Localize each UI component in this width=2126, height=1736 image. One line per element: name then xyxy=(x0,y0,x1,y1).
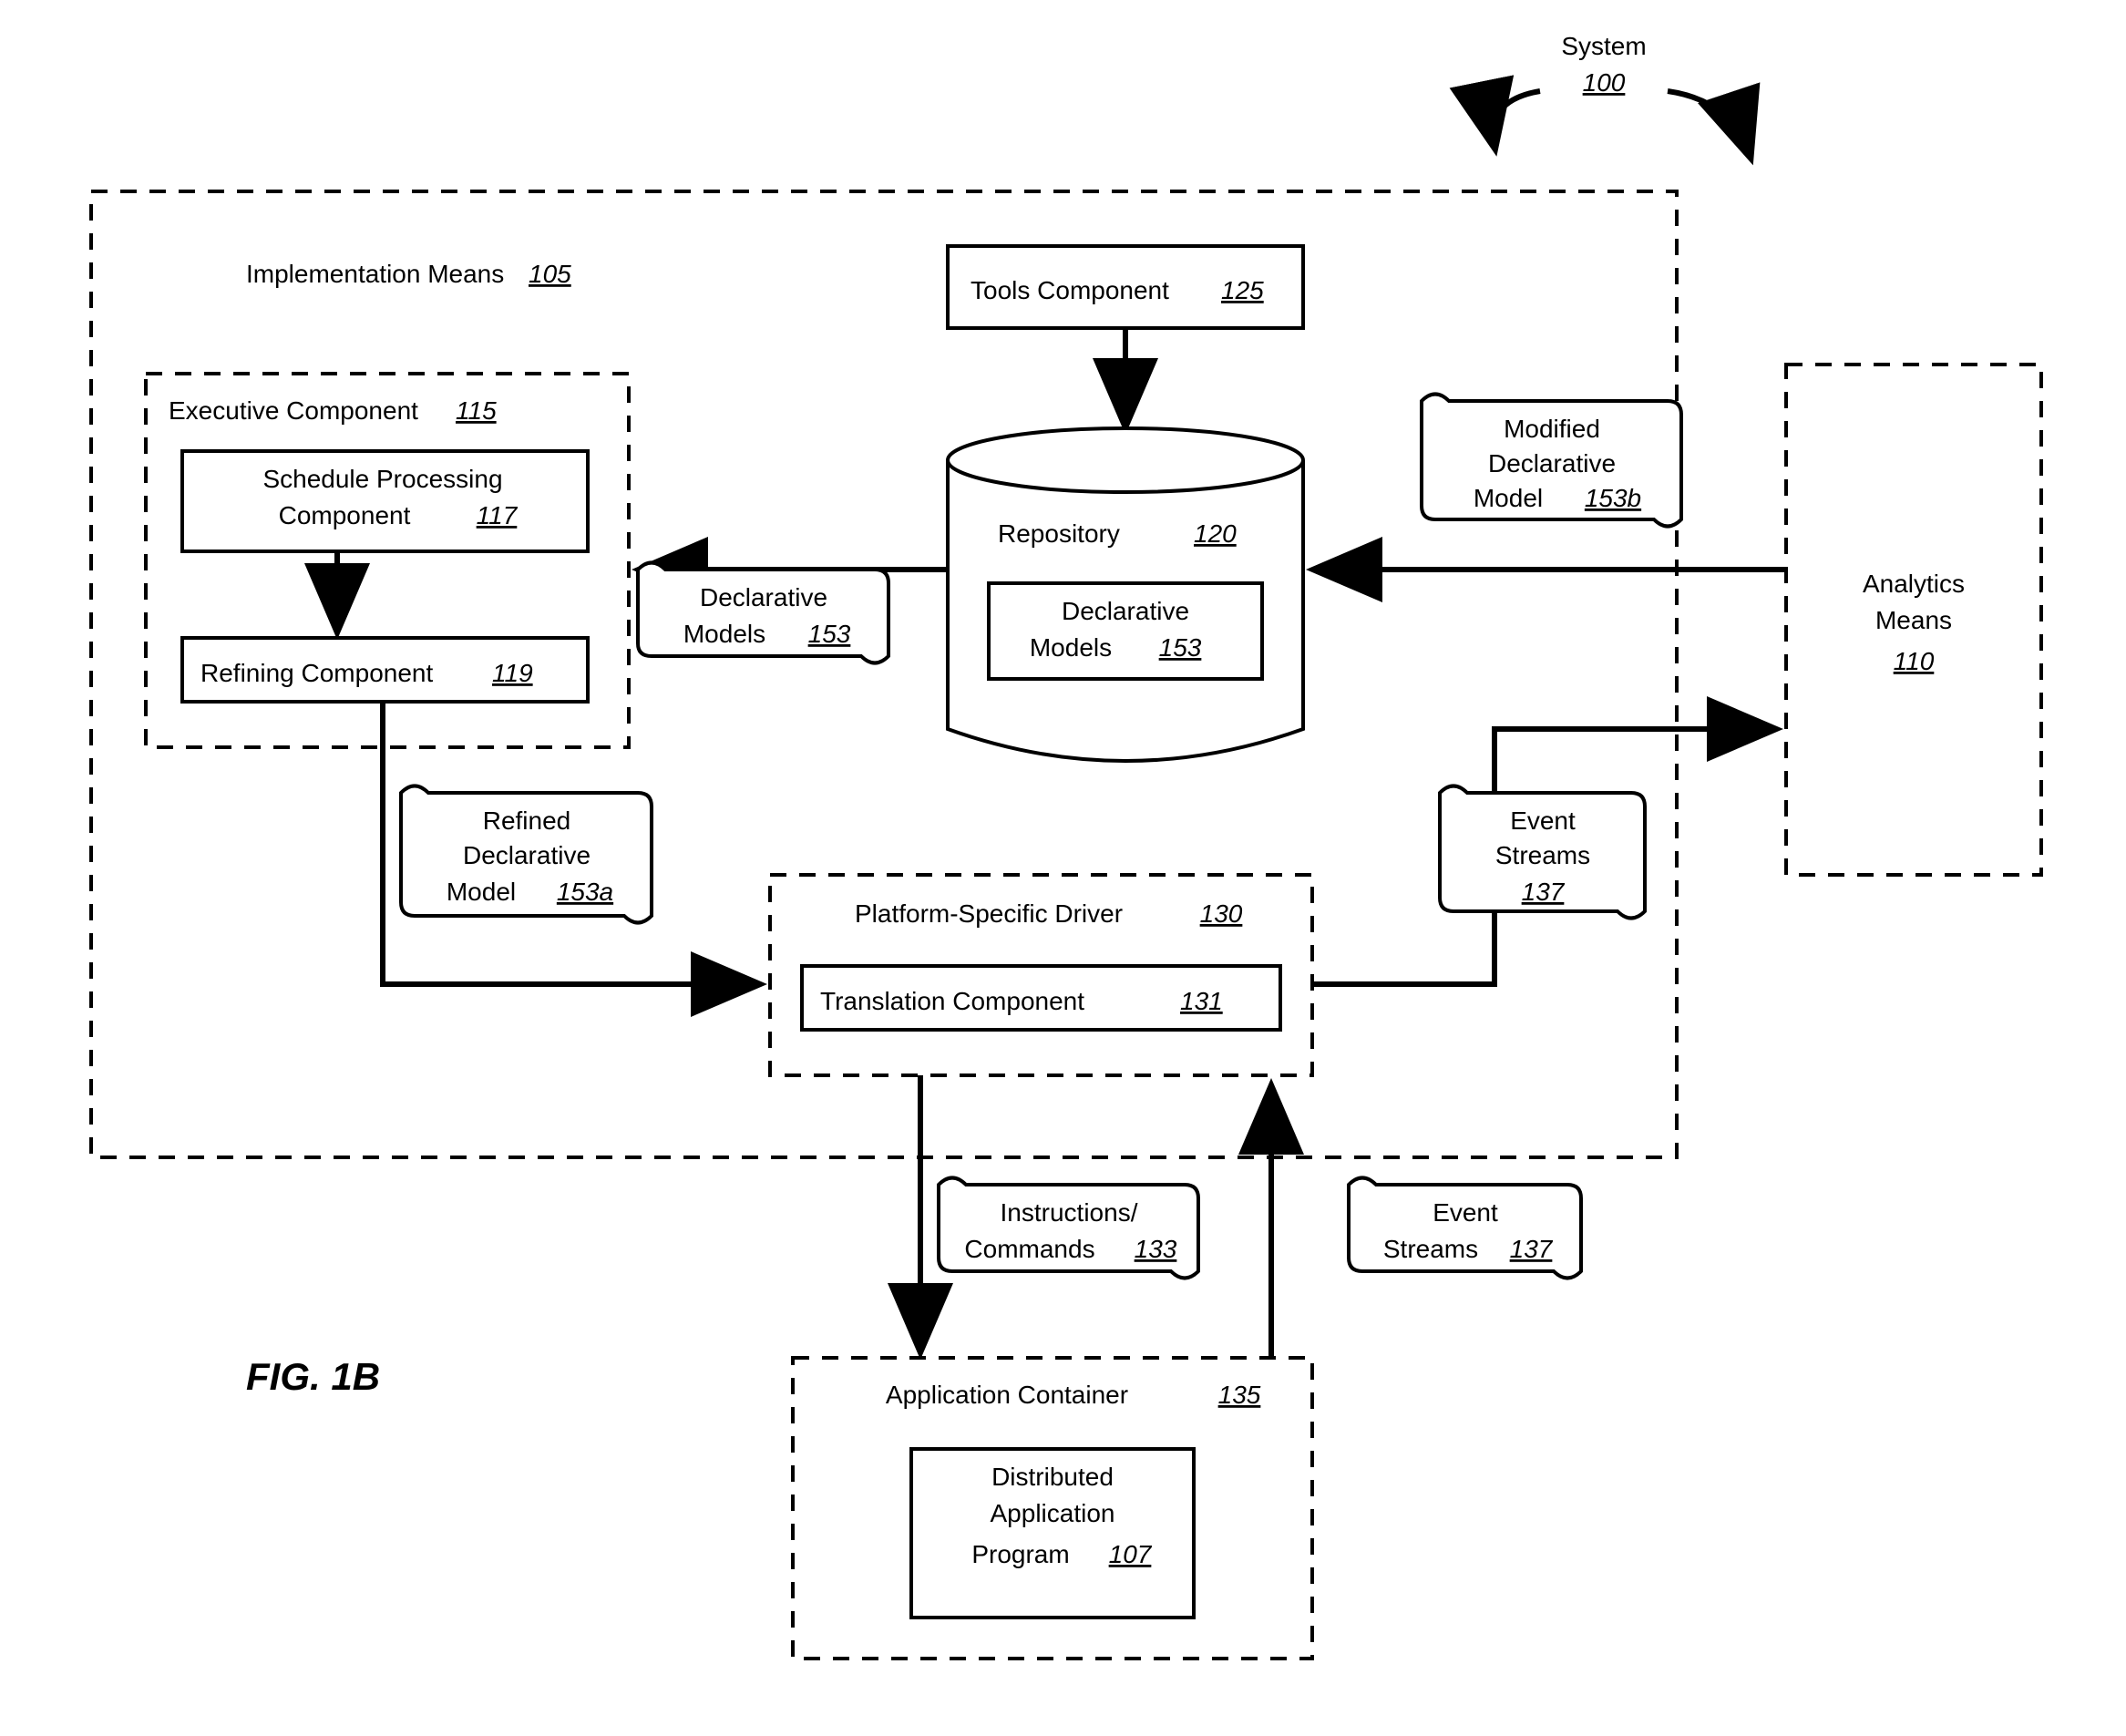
es-upper-l2: Streams xyxy=(1495,841,1590,869)
analytics-label2: Means xyxy=(1875,606,1952,634)
modified-l1: Modified xyxy=(1504,415,1600,443)
driver-ref: 130 xyxy=(1200,899,1243,928)
tools-ref: 125 xyxy=(1221,276,1264,304)
sched-label2: Component xyxy=(279,501,411,529)
repo-models-label2: Models xyxy=(1030,633,1112,662)
decl-models-doc-l2: Models xyxy=(683,620,765,648)
refined-doc-ref: 153a xyxy=(557,878,613,906)
refined-doc-l2: Declarative xyxy=(463,841,591,869)
system-ref: 100 xyxy=(1583,68,1626,97)
repository-ref: 120 xyxy=(1194,519,1237,548)
es-upper-l1: Event xyxy=(1510,806,1576,835)
system-label: System xyxy=(1561,32,1646,60)
analytics-ref: 110 xyxy=(1894,647,1935,675)
es-upper-ref: 137 xyxy=(1522,878,1566,906)
es-lower-ref: 137 xyxy=(1510,1235,1554,1263)
instructions-l1: Instructions/ xyxy=(1001,1198,1138,1227)
app-container-ref: 135 xyxy=(1218,1381,1261,1409)
modified-l3: Model xyxy=(1474,484,1543,512)
dist-app-l1: Distributed xyxy=(991,1463,1114,1491)
instructions-doc xyxy=(939,1178,1198,1279)
app-container-label: Application Container xyxy=(886,1381,1128,1409)
sched-label1: Schedule Processing xyxy=(262,465,502,493)
implementation-means-ref: 105 xyxy=(529,260,571,288)
system-arrow-left xyxy=(1494,91,1540,146)
decl-models-doc-ref: 153 xyxy=(808,620,851,648)
tools-label: Tools Component xyxy=(971,276,1169,304)
refined-doc-l3: Model xyxy=(447,878,516,906)
modified-ref: 153b xyxy=(1585,484,1641,512)
refine-ref: 119 xyxy=(492,659,533,687)
dist-app-l3: Program xyxy=(971,1540,1069,1568)
refined-doc-l1: Refined xyxy=(483,806,571,835)
dist-app-l2: Application xyxy=(991,1499,1115,1527)
implementation-means-label: Implementation Means xyxy=(246,260,504,288)
system-arrow-right xyxy=(1668,91,1750,155)
repository-label: Repository xyxy=(998,519,1120,548)
driver-label: Platform-Specific Driver xyxy=(855,899,1123,928)
translation-ref: 131 xyxy=(1180,987,1223,1015)
translation-label: Translation Component xyxy=(820,987,1084,1015)
modified-l2: Declarative xyxy=(1488,449,1616,478)
exec-label: Executive Component xyxy=(169,396,418,425)
es-lower-l1: Event xyxy=(1433,1198,1498,1227)
diagram-svg: System 100 Implementation Means 105 Anal… xyxy=(0,0,2126,1736)
repo-models-label1: Declarative xyxy=(1062,597,1189,625)
figure-label: FIG. 1B xyxy=(246,1355,380,1398)
repo-models-ref: 153 xyxy=(1159,633,1202,662)
declarative-models-doc xyxy=(638,563,888,663)
event-streams-doc-lower xyxy=(1349,1178,1581,1279)
analytics-label1: Analytics xyxy=(1863,570,1965,598)
instructions-l2: Commands xyxy=(964,1235,1094,1263)
instructions-ref: 133 xyxy=(1135,1235,1177,1263)
es-lower-l2: Streams xyxy=(1383,1235,1478,1263)
refine-label: Refining Component xyxy=(200,659,433,687)
exec-ref: 115 xyxy=(456,396,497,425)
decl-models-doc-l1: Declarative xyxy=(700,583,827,611)
dist-app-ref: 107 xyxy=(1109,1540,1153,1568)
sched-ref: 117 xyxy=(477,501,519,529)
